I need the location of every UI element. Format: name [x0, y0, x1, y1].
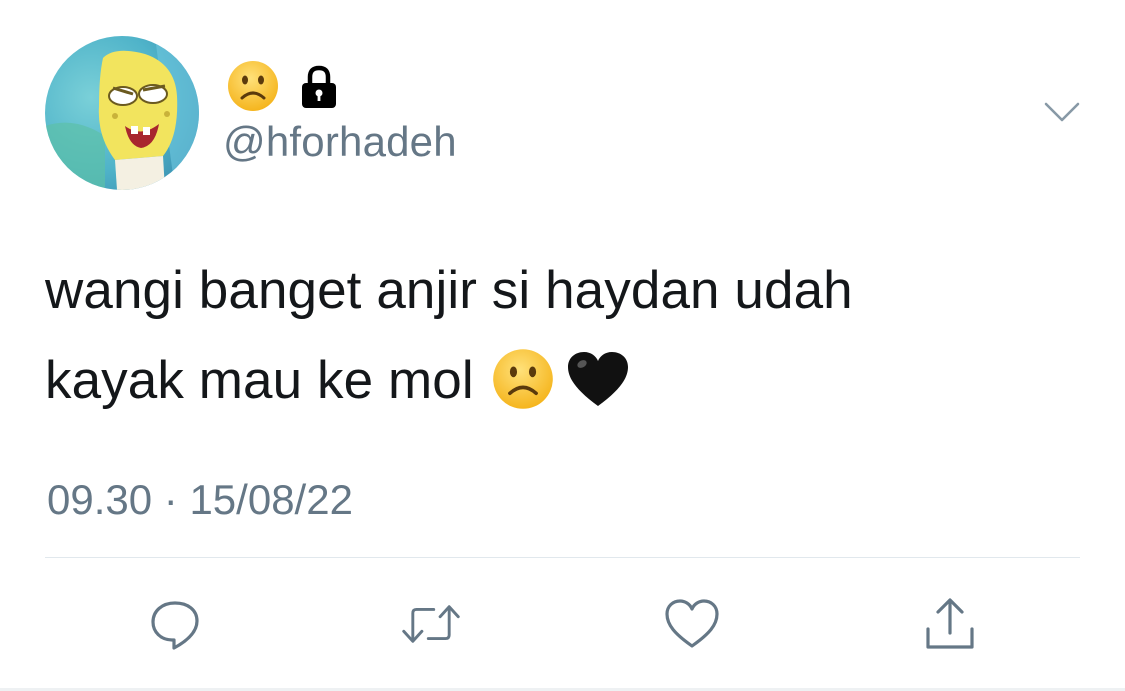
tweet-date: 15/08/22	[189, 476, 353, 523]
tweet-timestamp[interactable]: 09.30 · 15/08/22	[47, 474, 353, 526]
sad-face-emoji	[228, 61, 278, 111]
tweet-text: wangi banget anjir si haydan udah kayak …	[45, 246, 1045, 426]
lock-icon	[302, 65, 336, 108]
tweet-text-line: kayak mau ke mol	[45, 336, 1045, 426]
chevron-down-icon[interactable]	[1044, 100, 1080, 124]
like-button[interactable]	[662, 594, 722, 654]
sad-face-emoji	[492, 349, 553, 409]
timestamp-separator: ·	[163, 476, 178, 523]
display-name[interactable]	[227, 60, 339, 112]
retweet-icon	[402, 605, 460, 643]
user-handle[interactable]: @hforhadeh	[223, 116, 457, 168]
reply-button[interactable]	[145, 594, 205, 654]
reply-icon	[151, 601, 199, 650]
share-icon	[926, 598, 974, 649]
divider	[45, 557, 1080, 558]
tweet-time: 09.30	[47, 476, 153, 523]
share-button[interactable]	[920, 594, 980, 654]
avatar[interactable]	[45, 36, 199, 190]
like-icon	[665, 599, 719, 648]
black-heart-emoji	[567, 352, 628, 406]
retweet-button[interactable]	[401, 594, 461, 654]
tweet-text-line: wangi banget anjir si haydan udah	[45, 261, 853, 320]
